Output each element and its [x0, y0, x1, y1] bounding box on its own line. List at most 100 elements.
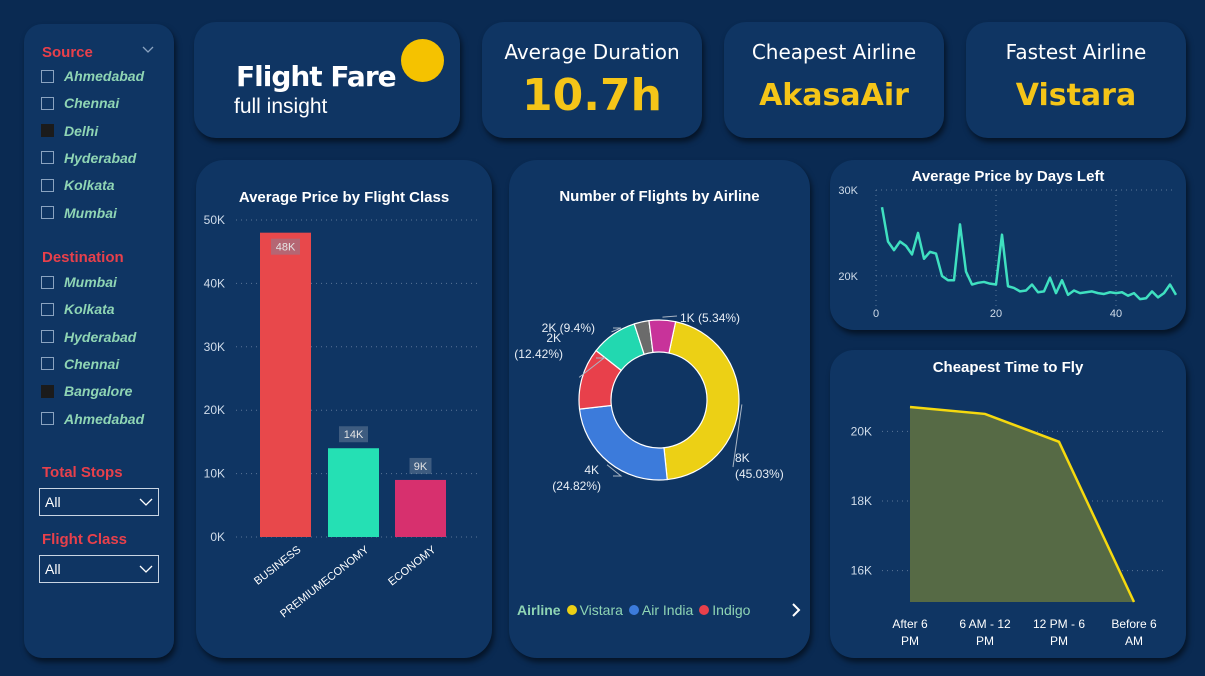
chevron-right-icon[interactable]: [791, 602, 801, 618]
option-label: Delhi: [64, 122, 99, 139]
line-chart: 20K 30K 0 20 40: [838, 185, 1178, 320]
kpi-value: Vistara: [1015, 78, 1137, 113]
y-tick-label: 40K: [204, 276, 225, 290]
checkbox[interactable]: [41, 384, 54, 398]
x-tick-label: PM: [976, 634, 994, 648]
source-option[interactable]: Ahmedabad: [41, 67, 144, 85]
kpi-cheapest-airline: Cheapest Airline AkasaAir: [724, 22, 944, 138]
checkbox[interactable]: [41, 412, 54, 425]
checkbox[interactable]: [41, 275, 54, 289]
source-option[interactable]: Hyderabad: [41, 149, 136, 167]
data-label: 2K (9.4%): [542, 321, 595, 335]
y-tick-label: 50K: [204, 213, 225, 227]
donut-chart-card: Number of Flights by Airline 8K (45.03%) 4…: [509, 160, 810, 658]
chart-title: Cheapest Time to Fly: [932, 359, 1084, 376]
chart-title: Number of Flights by Airline: [559, 188, 760, 205]
destination-option[interactable]: Mumbai: [41, 273, 117, 291]
destination-option[interactable]: Kolkata: [41, 300, 115, 318]
option-label: Mumbai: [64, 204, 117, 221]
option-label: Ahmedabad: [64, 410, 145, 427]
flight-class-dropdown[interactable]: All: [39, 555, 159, 583]
x-tick-label: PM: [901, 634, 919, 648]
source-option[interactable]: Delhi: [41, 122, 98, 140]
x-tick-label: 6 AM - 12: [959, 617, 1011, 631]
x-tick-label: After 6: [892, 617, 928, 631]
kpi-label: Fastest Airline: [1005, 40, 1147, 64]
source-option[interactable]: Mumbai: [41, 204, 117, 222]
option-label: Chennai: [64, 355, 120, 372]
data-label: 9K: [414, 461, 428, 473]
flight-class-title: Flight Class: [42, 531, 128, 548]
x-tick-label: 20: [990, 308, 1002, 320]
area-chart: 16K 18K 20K After 6 PM 6 AM - 12 PM 12 PM - 6 PM…: [851, 405, 1166, 648]
x-tick-label: 12 PM - 6: [1033, 617, 1085, 631]
legend-item[interactable]: Air India: [628, 602, 694, 618]
y-tick-label: 20K: [838, 271, 858, 283]
destination-option[interactable]: Bangalore: [41, 382, 132, 400]
chart-title: Average Price by Flight Class: [238, 189, 450, 206]
data-label: (45.03%): [735, 467, 784, 481]
data-label: 4K: [584, 463, 599, 477]
kpi-label: Average Duration: [504, 40, 680, 64]
x-tick-label: ECONOMY: [386, 544, 439, 589]
option-label: Chennai: [64, 95, 120, 112]
data-label: 14K: [344, 429, 364, 441]
page-title: Flight Fare: [236, 60, 397, 93]
option-label: Kolkata: [64, 177, 115, 194]
bar: [395, 479, 446, 537]
legend-item[interactable]: Vistara: [566, 602, 623, 618]
bar-chart: 0K10K20K30K40K50K48KBUSINESS14KPREMIUMEC…: [204, 213, 479, 620]
line-chart-card: Average Price by Days Left 20K 30K 0 20 40: [830, 160, 1186, 330]
bar: [260, 232, 311, 537]
x-tick-label: BUSINESS: [252, 544, 303, 588]
option-label: Hyderabad: [64, 328, 137, 345]
source-title: Source: [42, 44, 93, 61]
chart-legend: Airline Vistara Air India Indigo: [517, 602, 756, 618]
checkbox[interactable]: [41, 69, 54, 83]
chevron-down-icon: [139, 498, 153, 506]
chevron-down-icon: [139, 565, 153, 573]
y-tick-label: 16K: [851, 564, 872, 578]
source-option[interactable]: Kolkata: [41, 176, 115, 194]
destination-option[interactable]: Chennai: [41, 355, 119, 373]
y-tick-label: 30K: [204, 340, 225, 354]
checkbox[interactable]: [41, 178, 54, 192]
option-label: Kolkata: [64, 301, 115, 318]
x-tick-label: 40: [1110, 308, 1122, 320]
legend-dot: [628, 605, 639, 615]
total-stops-title: Total Stops: [42, 464, 123, 481]
destination-option[interactable]: Hyderabad: [41, 328, 136, 346]
data-label: 8K: [735, 451, 750, 465]
checkbox[interactable]: [41, 206, 54, 219]
flight-class-value: All: [45, 561, 61, 577]
legend-title: Airline: [517, 602, 561, 618]
y-tick-label: 30K: [838, 185, 858, 197]
bar-chart-card: Average Price by Flight Class 0K 10K 20K 30…: [196, 160, 492, 658]
source-option[interactable]: Chennai: [41, 94, 119, 112]
y-tick-label: 18K: [851, 494, 872, 508]
checkbox[interactable]: [41, 151, 54, 165]
y-tick-label: 20K: [851, 424, 872, 438]
y-tick-label: 0K: [210, 530, 225, 544]
checkbox[interactable]: [41, 357, 54, 371]
legend-item[interactable]: Indigo: [699, 602, 750, 618]
checkbox[interactable]: [41, 302, 54, 316]
checkbox[interactable]: [41, 330, 54, 344]
checkbox[interactable]: [41, 96, 54, 110]
option-label: Hyderabad: [64, 149, 137, 166]
checkbox[interactable]: [41, 124, 54, 138]
chart-title: Average Price by Days Left: [911, 168, 1105, 185]
total-stops-dropdown[interactable]: All: [39, 488, 159, 516]
filter-panel: Source Ahmedabad Chennai Delhi Hyderabad Kol…: [24, 24, 174, 658]
data-label: 1K (5.34%): [680, 311, 740, 325]
destination-option[interactable]: Ahmedabad: [41, 410, 144, 428]
chevron-down-icon[interactable]: [142, 46, 154, 54]
donut-slice: [663, 321, 740, 481]
destination-title: Destination: [42, 249, 124, 266]
series-line: [880, 206, 1178, 301]
option-label: Mumbai: [64, 274, 117, 290]
legend-label: Air India: [641, 602, 694, 618]
kpi-value: 10.7h: [522, 70, 662, 121]
option-label: Ahmedabad: [64, 68, 145, 84]
kpi-fastest-airline: Fastest Airline Vistara: [966, 22, 1186, 138]
